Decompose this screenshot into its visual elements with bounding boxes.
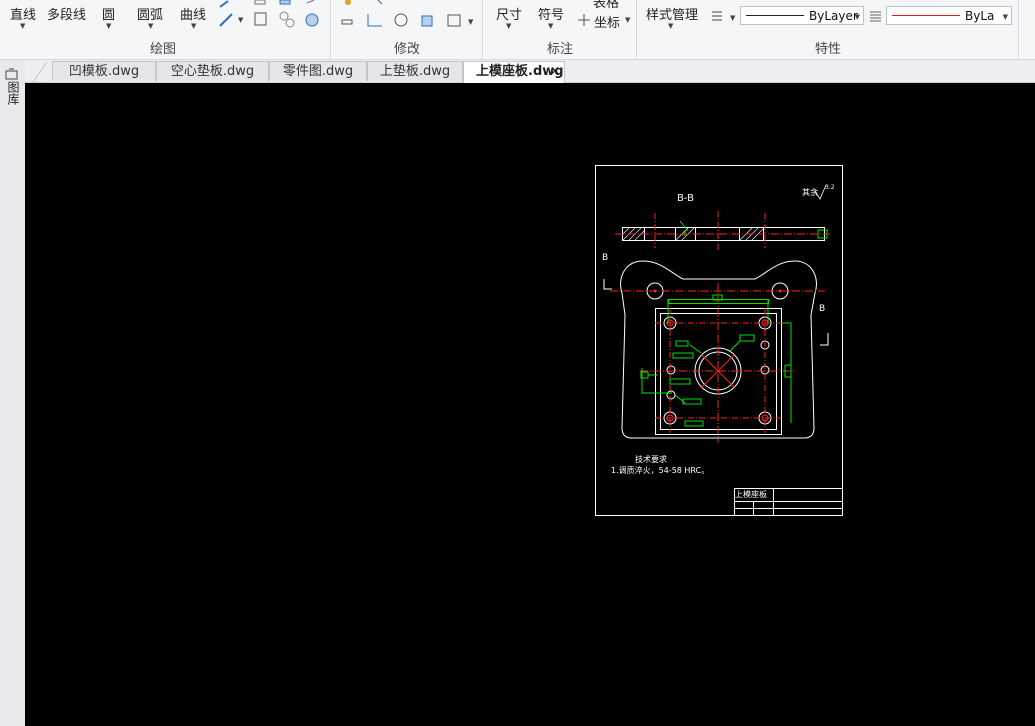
pencil-icon[interactable]: ▼ bbox=[216, 0, 246, 32]
close-icon[interactable]: ✕ bbox=[550, 62, 560, 81]
library-panel-label[interactable]: 图库 bbox=[5, 81, 20, 105]
title-block-name: 上模座板 bbox=[735, 489, 767, 499]
svg-text:▼: ▼ bbox=[238, 16, 244, 24]
arc-dropdown-icon[interactable]: ▼ bbox=[148, 22, 153, 30]
svg-text:3.2: 3.2 bbox=[825, 184, 835, 191]
color-sample bbox=[892, 15, 960, 16]
tech-req-title: 技术要求 bbox=[635, 454, 667, 464]
hatch-icon[interactable] bbox=[277, 0, 297, 32]
section-view: # bbox=[615, 211, 830, 251]
linetype-sample bbox=[746, 15, 804, 16]
sheet-frame bbox=[595, 165, 843, 516]
curve-dropdown-icon[interactable]: ▼ bbox=[191, 22, 196, 30]
chevron-down-icon: ▼ bbox=[1002, 13, 1008, 21]
section-mark-right: B bbox=[819, 304, 825, 314]
rectangle-icon[interactable] bbox=[252, 0, 272, 32]
ribbon: 直线 ▼ 多段线 圆 ▼ 圆弧 ▼ 曲线 ▼ ▼ 绘图 ▼ 修改 尺寸 ▼ 符号 bbox=[0, 0, 1035, 60]
drawing-canvas[interactable]: B-B 其余 3.2 # B B 技术要求 1.调质淬火，54-58 HRC。 … bbox=[25, 83, 1035, 726]
group-separator bbox=[330, 0, 331, 59]
lineweight-icon[interactable]: ▼ bbox=[710, 9, 740, 23]
style-manager-dropdown-icon[interactable]: ▼ bbox=[668, 22, 673, 30]
coordinate-icon bbox=[578, 14, 590, 26]
side-panel-strip: 图库 bbox=[0, 60, 26, 726]
dimension-button[interactable]: 尺寸 bbox=[496, 4, 522, 23]
tab-part-drawing[interactable]: 零件图.dwg bbox=[269, 61, 367, 81]
region-icon[interactable] bbox=[302, 0, 322, 32]
coordinate-dropdown-icon[interactable]: ▼ bbox=[625, 16, 630, 24]
group-separator bbox=[1018, 0, 1019, 59]
symbol-dropdown-icon[interactable]: ▼ bbox=[548, 22, 553, 30]
drawing-svg: B-B 其余 3.2 # B B 技术要求 1.调质淬火，54-58 HRC。 … bbox=[595, 165, 843, 516]
linetype-value: ByLayer bbox=[809, 9, 858, 23]
section-arrow-right bbox=[820, 333, 829, 346]
style-manager-button[interactable]: 样式管理 bbox=[646, 4, 698, 23]
modify-group-label: 修改 bbox=[394, 42, 421, 57]
curve-button[interactable]: 曲线 bbox=[180, 4, 206, 23]
line-dropdown-icon[interactable]: ▼ bbox=[20, 22, 25, 30]
tech-req-item: 1.调质淬火，54-58 HRC。 bbox=[611, 465, 709, 475]
line-button[interactable]: 直线 bbox=[10, 4, 36, 23]
circle-dropdown-icon[interactable]: ▼ bbox=[106, 22, 111, 30]
table-button[interactable]: 表格 bbox=[593, 0, 619, 11]
title-block: 上模座板 bbox=[734, 488, 843, 516]
color-select[interactable]: ByLayer ▼ bbox=[886, 6, 1012, 25]
properties-group-label: 特性 bbox=[815, 42, 842, 57]
section-label: B-B bbox=[677, 193, 694, 204]
tab-hollow-backing-plate[interactable]: 空心垫板.dwg bbox=[156, 61, 269, 81]
svg-text:▼: ▼ bbox=[730, 14, 736, 22]
annotate-group-label: 标注 bbox=[547, 42, 574, 57]
library-icon[interactable] bbox=[5, 68, 19, 80]
dimension-dropdown-icon[interactable]: ▼ bbox=[506, 22, 511, 30]
section-arrow-left bbox=[603, 279, 612, 290]
polyline-button[interactable]: 多段线 bbox=[47, 4, 86, 23]
section-mark-left: B bbox=[602, 253, 608, 263]
group-separator bbox=[636, 0, 637, 59]
coordinate-button[interactable]: 坐标 bbox=[594, 12, 620, 31]
tab-upper-die-base[interactable]: 上模座板.dwg ✕ bbox=[463, 61, 565, 83]
tab-upper-backing-plate[interactable]: 上垫板.dwg bbox=[367, 61, 463, 81]
layer-icon[interactable] bbox=[868, 10, 884, 22]
arc-button[interactable]: 圆弧 bbox=[137, 4, 163, 23]
chevron-down-icon: ▼ bbox=[854, 13, 860, 21]
linetype-select[interactable]: ByLayer ▼ bbox=[740, 6, 864, 25]
circle-button[interactable]: 圆 bbox=[102, 4, 115, 23]
document-tab-bar: 凹模板.dwg 空心垫板.dwg 零件图.dwg 上垫板.dwg 上模座板.dw… bbox=[25, 60, 1035, 83]
group-separator bbox=[482, 0, 483, 59]
modify-tools-icons[interactable]: ▼ bbox=[338, 0, 488, 32]
svg-text:▼: ▼ bbox=[468, 18, 474, 26]
plan-view bbox=[610, 260, 825, 443]
tab-concave-die-plate[interactable]: 凹模板.dwg bbox=[52, 61, 156, 81]
draw-group-label: 绘图 bbox=[150, 42, 177, 57]
color-value: ByLayer bbox=[965, 9, 995, 23]
symbol-button[interactable]: 符号 bbox=[538, 4, 564, 23]
